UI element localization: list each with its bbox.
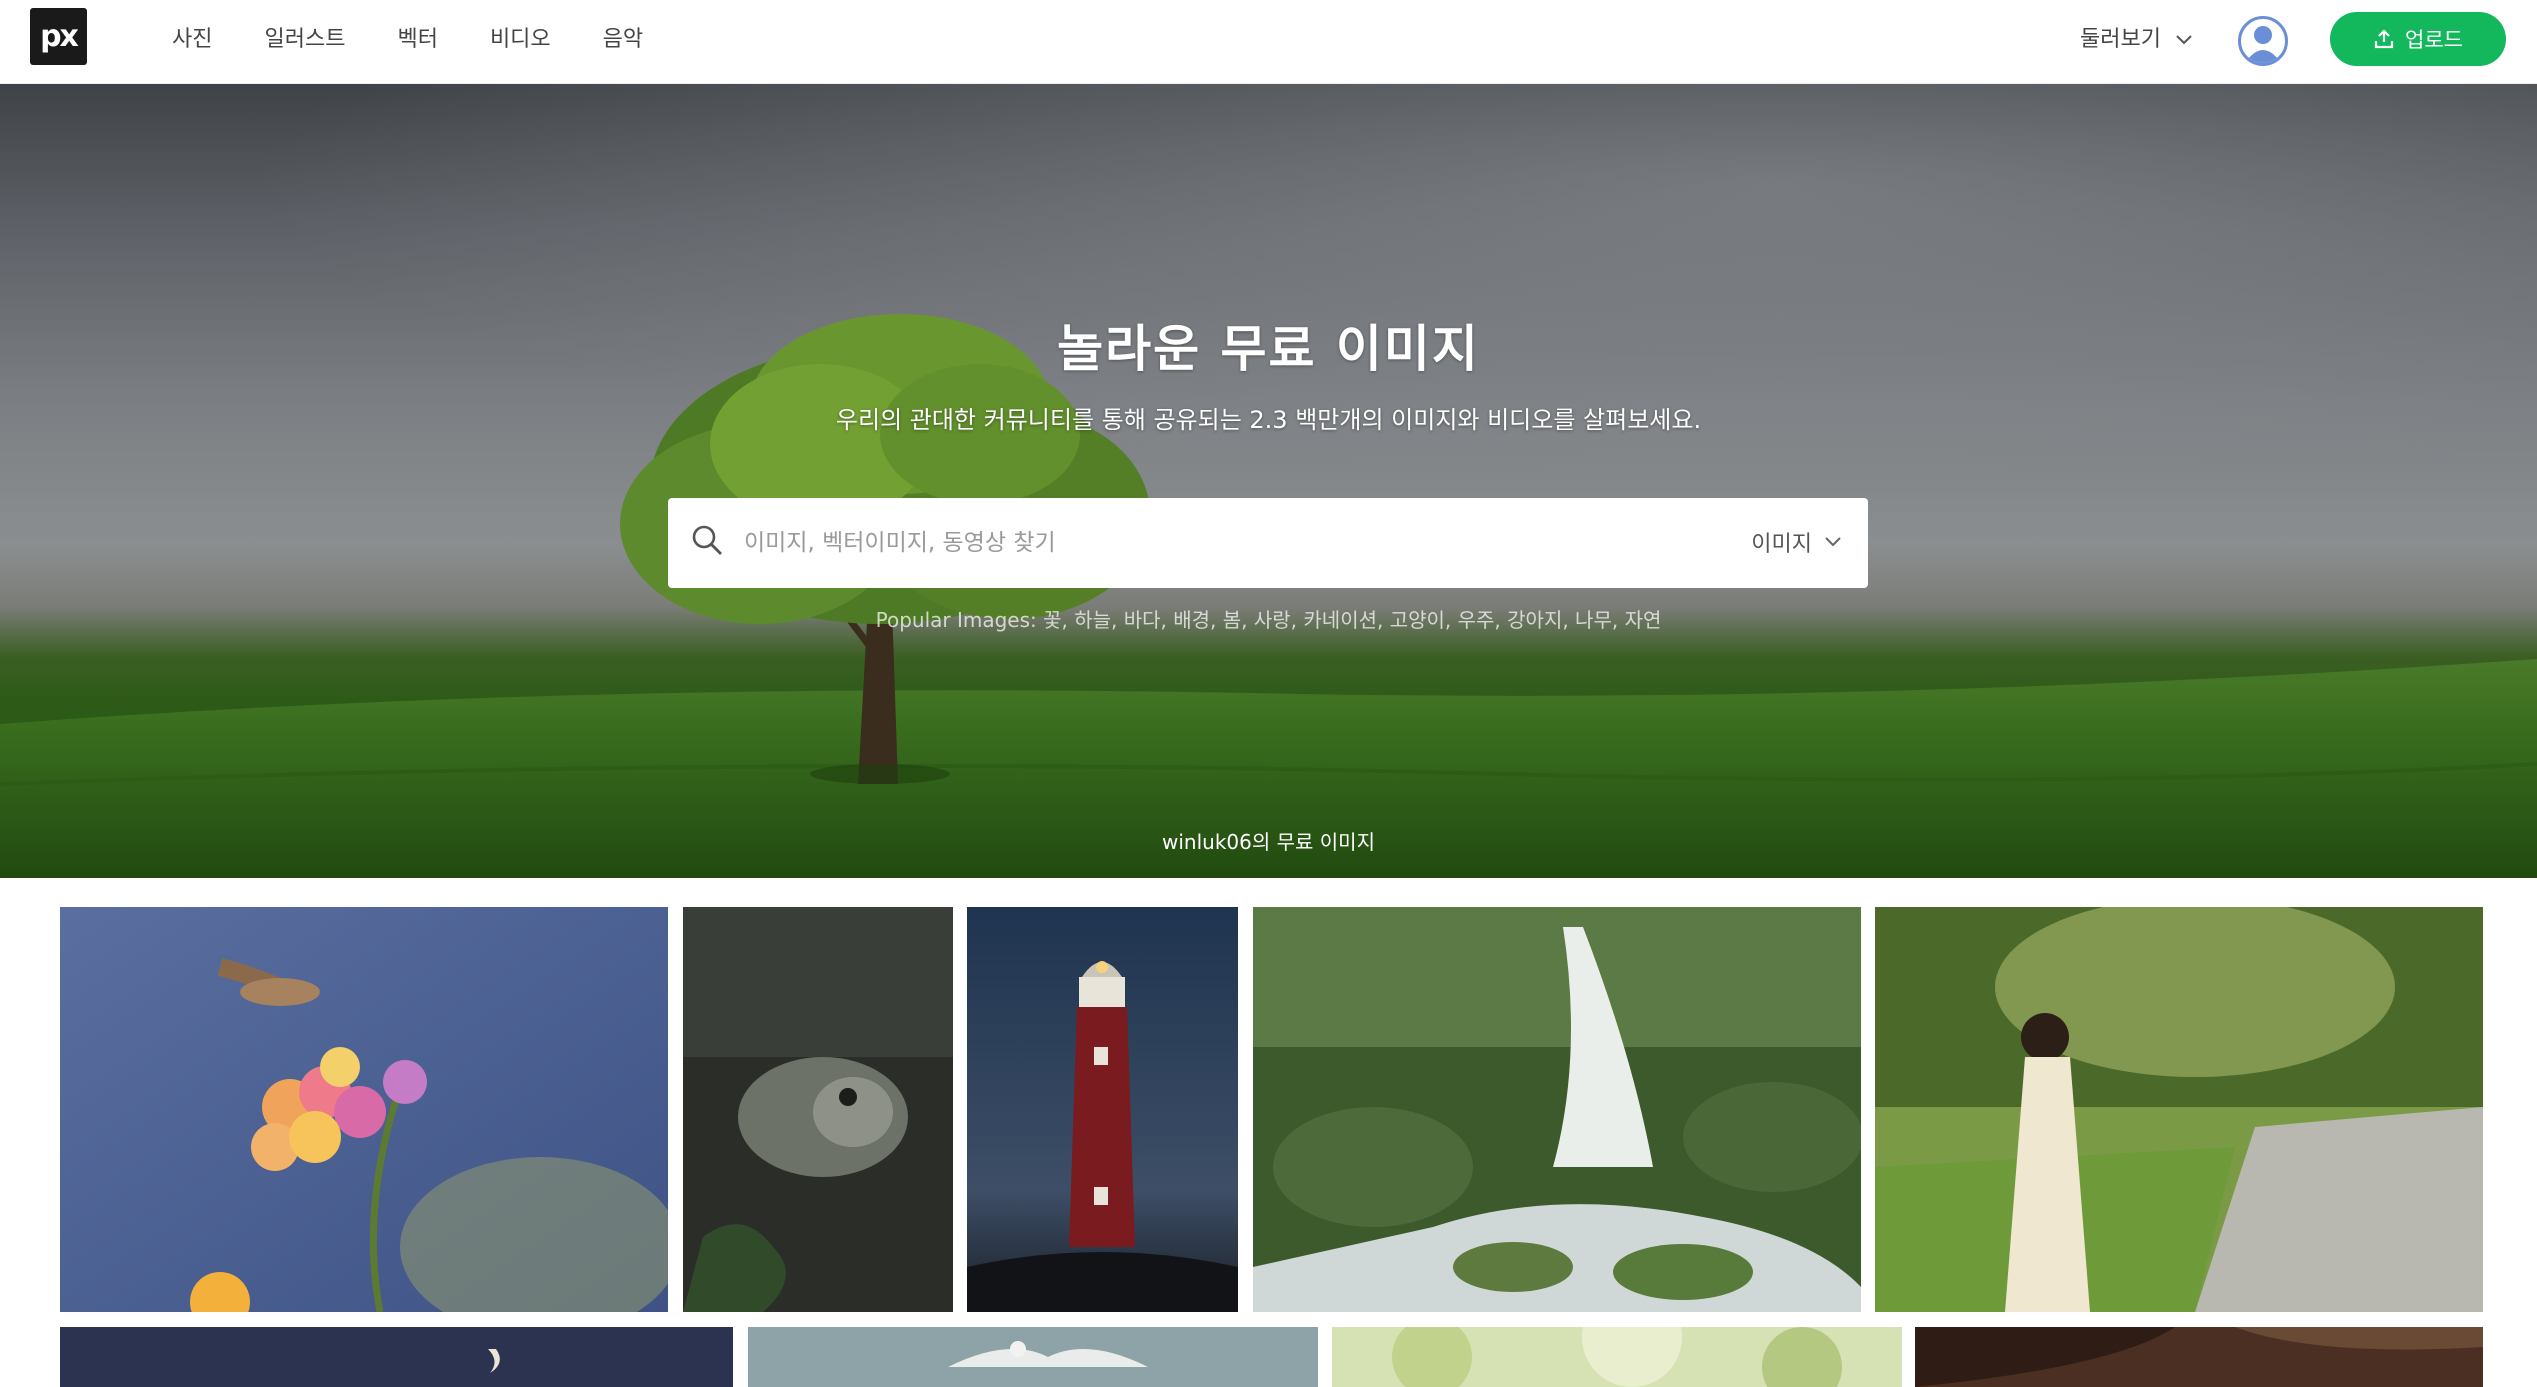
image-hummingbird-moth-flower — [60, 907, 668, 1312]
user-icon — [2245, 26, 2281, 63]
explore-label: 둘러보기 — [2080, 27, 2161, 52]
image-fish — [683, 907, 953, 1312]
upload-button[interactable]: 업로드 — [2330, 12, 2506, 66]
image-green-bokeh — [1332, 1327, 1902, 1387]
main-menu: 사진 일러스트 벡터 비디오 음악 — [172, 22, 695, 58]
gallery-image-night-sky[interactable] — [60, 1327, 733, 1387]
image-woman-in-park — [1875, 907, 2483, 1312]
gallery-image-seagull[interactable] — [748, 1327, 1318, 1387]
nav-link-photos[interactable]: 사진 — [172, 22, 212, 58]
image-waterfall — [1253, 907, 1861, 1312]
hero-background-image — [0, 84, 2537, 878]
chevron-down-icon — [1825, 537, 1841, 547]
upload-label: 업로드 — [2405, 28, 2463, 52]
gallery-image-hummingbird-moth[interactable] — [60, 907, 668, 1312]
search-type-dropdown[interactable]: 이미지 — [1751, 526, 1842, 558]
gallery-image-fish[interactable] — [683, 907, 953, 1312]
search-input[interactable] — [744, 518, 1644, 568]
hero-subtitle: 우리의 관대한 커뮤니티를 통해 공유되는 2.3 백만개의 이미지와 비디오를… — [835, 406, 1702, 434]
chevron-down-icon — [2176, 35, 2192, 45]
image-brown-fur — [1915, 1327, 2483, 1387]
gallery-image-waterfall[interactable] — [1253, 907, 1861, 1312]
nav-link-videos[interactable]: 비디오 — [490, 22, 551, 58]
hero-title: 놀라운 무료 이미지 — [1057, 320, 1480, 378]
search-bar: 이미지 — [668, 498, 1868, 588]
user-avatar[interactable] — [2238, 16, 2288, 66]
pixabay-logo[interactable]: px — [30, 8, 87, 65]
nav-link-music[interactable]: 음악 — [603, 22, 643, 58]
image-lighthouse — [967, 907, 1238, 1312]
search-icon[interactable] — [690, 523, 724, 557]
image-seagull — [748, 1327, 1318, 1387]
gallery-image-brown-fur[interactable] — [1915, 1327, 2483, 1387]
nav-link-illustrations[interactable]: 일러스트 — [264, 22, 345, 58]
popular-searches[interactable]: Popular Images: 꽃, 하늘, 바다, 배경, 봄, 사랑, 카네… — [0, 604, 2537, 633]
top-navigation: px 사진 일러스트 벡터 비디오 음악 둘러보기 업로드 — [0, 0, 2537, 84]
gallery-image-green-bokeh[interactable] — [1332, 1327, 1902, 1387]
explore-menu[interactable]: 둘러보기 — [2080, 22, 2193, 58]
hero-banner: 놀라운 무료 이미지 우리의 관대한 커뮤니티를 통해 공유되는 2.3 백만개… — [0, 84, 2537, 878]
gallery-image-lighthouse[interactable] — [967, 907, 1238, 1312]
search-type-label: 이미지 — [1751, 532, 1812, 557]
nav-link-vectors[interactable]: 벡터 — [397, 22, 437, 58]
upload-icon — [2374, 29, 2394, 49]
gallery-image-woman-in-park[interactable] — [1875, 907, 2483, 1312]
image-night-sky-moon — [60, 1327, 733, 1387]
hero-image-credit[interactable]: winluk06의 무료 이미지 — [0, 826, 2537, 855]
